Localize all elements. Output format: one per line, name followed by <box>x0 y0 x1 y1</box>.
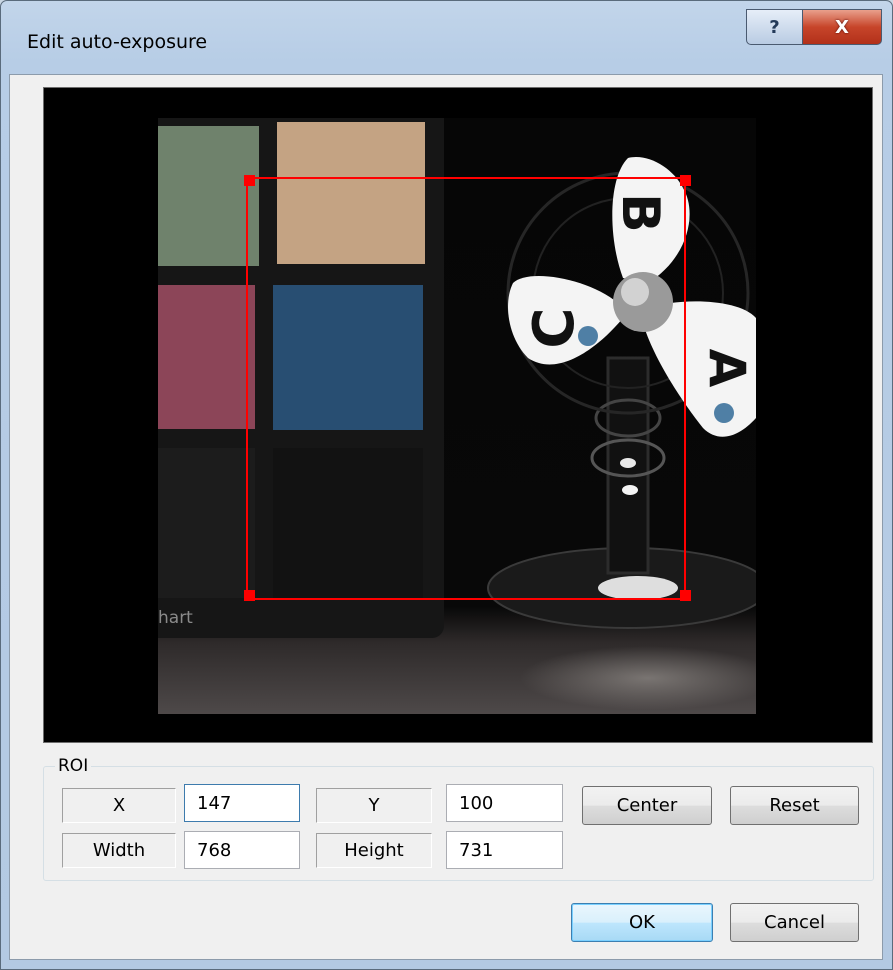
y-label: Y <box>316 788 432 823</box>
roi-group-label: ROI <box>55 756 92 776</box>
reset-button[interactable]: Reset <box>730 786 859 825</box>
close-icon: X <box>835 16 849 38</box>
title-bar[interactable]: Edit auto-exposure ? X <box>1 1 892 75</box>
help-icon: ? <box>769 16 780 38</box>
close-button[interactable]: X <box>802 9 882 45</box>
ok-button[interactable]: OK <box>571 903 713 942</box>
help-button[interactable]: ? <box>746 9 803 45</box>
width-label: Width <box>62 833 176 868</box>
height-label: Height <box>316 833 432 868</box>
roi-rectangle[interactable] <box>246 177 686 600</box>
chart-patch-dark <box>158 448 255 598</box>
height-input[interactable] <box>446 831 563 869</box>
chart-patch-green <box>158 126 259 266</box>
x-label: X <box>62 788 176 823</box>
roi-handle-top-right[interactable] <box>680 175 691 186</box>
x-input[interactable] <box>184 784 300 822</box>
roi-handle-bottom-left[interactable] <box>244 590 255 601</box>
chart-patch-red <box>158 285 255 429</box>
cancel-button[interactable]: Cancel <box>730 903 859 942</box>
y-input[interactable] <box>446 784 563 822</box>
width-input[interactable] <box>184 831 300 869</box>
roi-handle-top-left[interactable] <box>244 175 255 186</box>
chart-caption: hart <box>158 608 193 628</box>
fan-letter-a: A <box>698 349 756 388</box>
center-button[interactable]: Center <box>582 786 712 825</box>
dialog-title: Edit auto-exposure <box>27 31 208 53</box>
roi-handle-bottom-right[interactable] <box>680 590 691 601</box>
